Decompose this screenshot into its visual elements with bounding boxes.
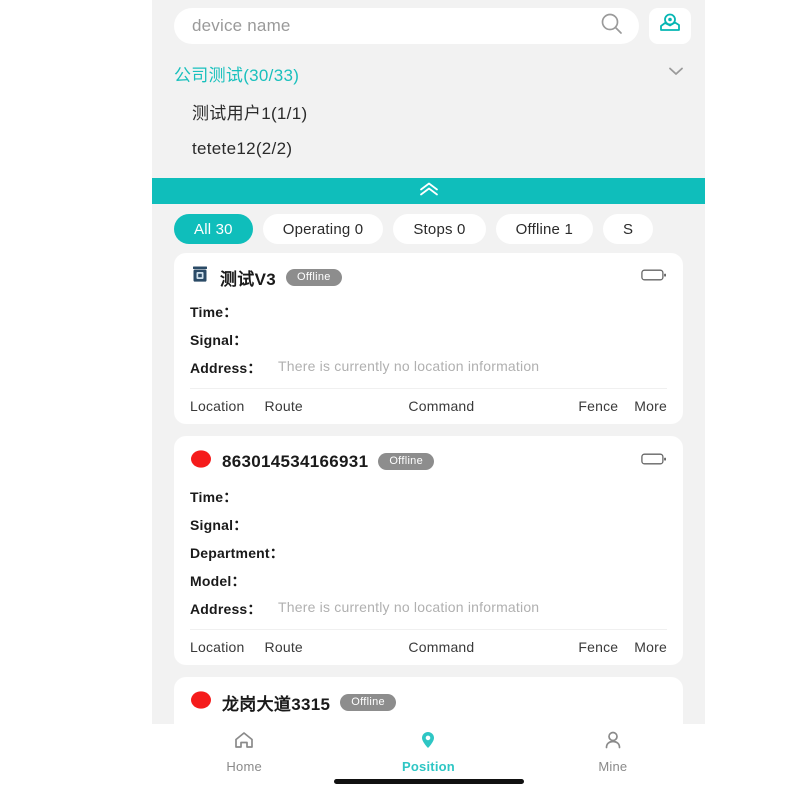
group-label: tetete12(2/2)	[192, 139, 293, 158]
search-input[interactable]: device name	[174, 8, 639, 44]
double-chevron-up-icon	[414, 180, 444, 203]
field-value: There is currently no location informati…	[278, 599, 540, 615]
device-card-actions: Location Route Command Fence More	[190, 629, 667, 665]
action-route[interactable]: Route	[265, 398, 383, 414]
search-row: device name	[152, 0, 705, 50]
device-field: Department：	[190, 539, 667, 567]
action-more[interactable]: More	[634, 639, 667, 655]
group-tree: 公司测试(30/33) 测试用户1(1/1) tetete12(2/2)	[152, 50, 705, 178]
field-label: Time：	[190, 304, 238, 320]
device-card[interactable]: 龙岗大道3315 Offline Time： Signal： Departmen…	[174, 677, 683, 724]
field-label: Department：	[190, 545, 284, 561]
device-field: Signal：	[190, 326, 667, 354]
home-indicator-bar[interactable]	[333, 779, 524, 784]
device-card[interactable]: 测试V3 Offline Time： Signal： Address： Ther…	[174, 253, 683, 424]
status-filter-tabs: All 30 Operating 0 Stops 0 Offline 1 S	[152, 204, 705, 253]
device-field: Model：	[190, 567, 667, 595]
action-route[interactable]: Route	[265, 639, 383, 655]
device-field: Address： There is currently no location …	[190, 354, 667, 382]
field-label: Model：	[190, 573, 246, 589]
status-badge: Offline	[378, 453, 435, 470]
field-label: Signal：	[190, 332, 248, 348]
nav-item-position[interactable]: Position	[336, 729, 520, 774]
action-more[interactable]: More	[634, 398, 667, 414]
device-field: Address： There is currently no location …	[190, 595, 667, 623]
group-row-user1[interactable]: 测试用户1(1/1)	[152, 92, 705, 130]
tab-offline[interactable]: Offline 1	[495, 214, 594, 244]
field-label: Address：	[190, 601, 262, 617]
action-location[interactable]: Location	[190, 398, 265, 414]
location-pin-icon	[416, 729, 440, 756]
action-location[interactable]: Location	[190, 639, 265, 655]
search-icon[interactable]	[599, 11, 625, 42]
person-icon	[601, 729, 625, 756]
battery-empty-icon	[641, 268, 667, 287]
device-field: Signal：	[190, 511, 667, 539]
red-dot-icon	[190, 689, 212, 716]
tab-partial-s[interactable]: S	[603, 214, 654, 244]
bottom-navigation: Home Position Mine	[152, 724, 705, 779]
device-card-actions: Location Route Command Fence More	[190, 388, 667, 424]
collapse-panel-bar[interactable]	[152, 178, 705, 204]
device-name: 测试V3	[220, 270, 276, 289]
nav-item-home[interactable]: Home	[152, 729, 336, 774]
device-card[interactable]: 863014534166931 Offline Time： Signal： De…	[174, 436, 683, 665]
red-dot-icon	[190, 448, 212, 475]
battery-empty-icon	[641, 452, 667, 471]
tab-operating[interactable]: Operating 0	[262, 214, 384, 244]
device-name: 863014534166931	[222, 451, 369, 471]
device-field: Time：	[190, 483, 667, 511]
map-pin-icon	[658, 12, 682, 41]
device-card-header: 龙岗大道3315 Offline	[190, 689, 667, 724]
action-fence[interactable]: Fence	[500, 639, 634, 655]
chevron-down-icon[interactable]	[665, 60, 687, 87]
action-fence[interactable]: Fence	[500, 398, 634, 414]
device-card-header: 863014534166931 Offline	[190, 448, 667, 483]
status-badge: Offline	[286, 269, 342, 286]
status-badge: Offline	[340, 694, 396, 711]
nav-label: Home	[226, 759, 262, 774]
field-label: Signal：	[190, 517, 248, 533]
home-indicator	[152, 779, 705, 800]
map-view-button[interactable]	[649, 8, 691, 44]
phone-viewport: device name 公司测试(30/33) 测试用户1(1/1) tetet…	[152, 0, 705, 800]
tab-all[interactable]: All 30	[174, 214, 253, 244]
nav-label: Position	[402, 759, 455, 774]
action-command[interactable]: Command	[382, 398, 500, 414]
field-label: Time：	[190, 489, 238, 505]
device-list[interactable]: 测试V3 Offline Time： Signal： Address： Ther…	[152, 253, 705, 724]
device-field: Time：	[190, 298, 667, 326]
field-value: There is currently no location informati…	[278, 358, 540, 374]
nav-item-mine[interactable]: Mine	[521, 729, 705, 774]
group-row-company[interactable]: 公司测试(30/33)	[152, 54, 705, 92]
tab-stops[interactable]: Stops 0	[393, 214, 486, 244]
group-label: 测试用户1(1/1)	[192, 103, 308, 123]
action-command[interactable]: Command	[382, 639, 500, 655]
search-placeholder: device name	[192, 16, 291, 35]
device-card-header: 测试V3 Offline	[190, 265, 667, 298]
nav-label: Mine	[598, 759, 628, 774]
field-label: Address：	[190, 360, 262, 376]
device-name: 龙岗大道3315	[222, 695, 331, 714]
home-icon	[232, 729, 256, 756]
tracker-device-icon	[190, 265, 210, 290]
group-row-tetete12[interactable]: tetete12(2/2)	[152, 130, 705, 168]
group-label: 公司测试(30/33)	[174, 65, 300, 85]
